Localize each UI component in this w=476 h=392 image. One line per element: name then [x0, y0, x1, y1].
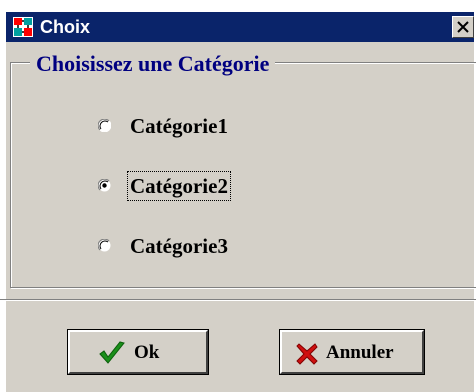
ok-button[interactable]: Ok	[67, 329, 209, 375]
radio-label-categorie1[interactable]: Catégorie1	[130, 112, 228, 140]
group-legend: Choisissez une Catégorie	[30, 50, 276, 78]
close-icon	[457, 21, 469, 33]
title-bar[interactable]: Choix	[6, 12, 474, 42]
app-window-icon	[12, 16, 34, 38]
radio-label-categorie2[interactable]: Catégorie2	[127, 171, 231, 201]
cancel-button[interactable]: Annuler	[279, 329, 425, 375]
radio-button-icon[interactable]	[97, 238, 111, 252]
ok-button-label: Ok	[134, 342, 160, 363]
close-button[interactable]	[452, 16, 474, 38]
radio-button-checked-icon[interactable]	[97, 178, 111, 192]
button-separator	[0, 299, 476, 301]
red-x-icon	[296, 343, 318, 370]
cancel-button-label: Annuler	[326, 342, 394, 363]
radio-button-icon[interactable]	[97, 118, 112, 133]
radio-label-categorie3[interactable]: Catégorie3	[130, 232, 228, 260]
green-checkmark-icon	[98, 340, 126, 371]
category-groupbox	[10, 62, 476, 288]
window-title: Choix	[40, 17, 91, 37]
